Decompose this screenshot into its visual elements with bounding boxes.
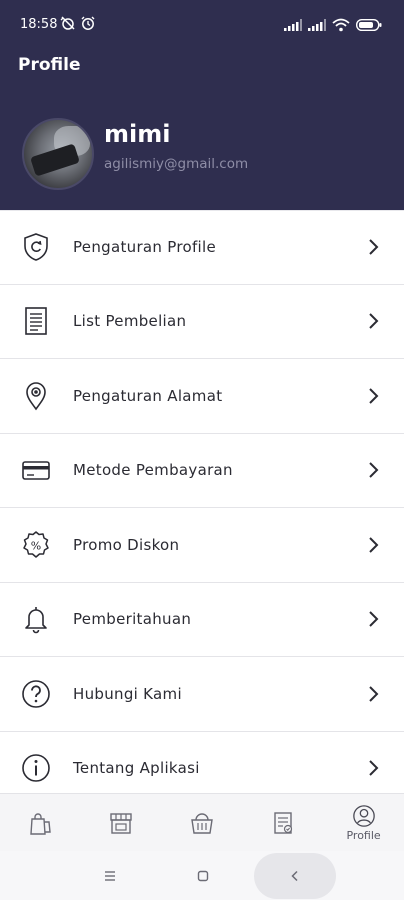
menu-item-pengaturan-alamat[interactable]: Pengaturan Alamat	[0, 359, 404, 434]
square-home-icon	[197, 870, 209, 881]
status-icons-left	[60, 15, 96, 31]
alarm-off-icon	[60, 16, 75, 30]
nav-item-profile[interactable]: Profile	[323, 794, 404, 851]
menu-item-label: Promo Diskon	[73, 535, 180, 554]
nav-item-basket[interactable]	[162, 794, 243, 851]
nav-item-shop[interactable]	[0, 794, 81, 851]
shopping-bags-icon	[30, 812, 52, 835]
chevron-right-icon	[369, 313, 379, 329]
wifi-icon	[332, 18, 350, 32]
shield-refresh-icon	[24, 233, 48, 262]
chevron-right-icon	[369, 239, 379, 255]
signal-icon	[308, 19, 326, 31]
discount-badge-icon: %	[23, 531, 49, 558]
home-button[interactable]	[183, 851, 223, 900]
menu-item-label: Pengaturan Profile	[73, 238, 217, 257]
avatar[interactable]	[22, 118, 94, 190]
menu-item-label: Tentang Aplikasi	[73, 759, 200, 778]
system-nav-bar	[0, 851, 404, 900]
chevron-right-icon	[369, 537, 379, 553]
profile-header: 18:58 Profile mimi agilismiy@gmail.com	[0, 0, 404, 210]
recent-apps-button[interactable]	[90, 851, 130, 900]
menu-item-label: Metode Pembayaran	[73, 461, 233, 480]
info-circle-icon	[22, 754, 50, 783]
bell-icon	[25, 607, 47, 634]
menu-item-promo-diskon[interactable]: % Promo Diskon	[0, 508, 404, 583]
menu-lines-icon	[105, 870, 115, 881]
page-title: Profile	[18, 55, 81, 75]
menu-item-label: List Pembelian	[73, 312, 187, 331]
alarm-clock-icon	[81, 16, 95, 30]
status-bar: 18:58	[0, 0, 404, 50]
basket-icon	[191, 812, 213, 834]
help-circle-icon	[22, 679, 50, 708]
chevron-right-icon	[369, 611, 379, 627]
back-button[interactable]	[254, 853, 336, 899]
chevron-right-icon	[369, 760, 379, 776]
order-list-icon	[274, 811, 292, 834]
menu-item-pemberitahuan[interactable]: Pemberitahuan	[0, 582, 404, 657]
menu-item-label: Hubungi Kami	[73, 684, 182, 703]
credit-card-icon	[22, 461, 50, 481]
user-email: agilismiy@gmail.com	[104, 156, 249, 172]
nav-item-store[interactable]	[81, 794, 162, 851]
menu-item-list-pembelian[interactable]: List Pembelian	[0, 284, 404, 359]
chevron-left-icon	[291, 870, 298, 882]
location-pin-icon	[26, 381, 46, 411]
nav-label-profile: Profile	[346, 828, 381, 842]
user-name: mimi	[104, 120, 171, 148]
menu-item-hubungi-kami[interactable]: Hubungi Kami	[0, 657, 404, 732]
svg-text:%: %	[31, 539, 41, 552]
status-icons-right	[284, 18, 382, 32]
battery-icon	[356, 19, 382, 31]
profile-user-icon	[352, 804, 375, 827]
receipt-list-icon	[25, 307, 47, 336]
menu-item-pengaturan-profile[interactable]: Pengaturan Profile	[0, 210, 404, 285]
profile-menu: Pengaturan Profile List Pembelian Pengat…	[0, 210, 404, 806]
store-icon	[110, 812, 132, 834]
bottom-nav: Profile	[0, 793, 404, 851]
chevron-right-icon	[369, 686, 379, 702]
signal-icon	[284, 19, 302, 31]
menu-item-label: Pemberitahuan	[73, 610, 192, 629]
status-time: 18:58	[20, 17, 58, 32]
chevron-right-icon	[369, 388, 379, 404]
menu-item-metode-pembayaran[interactable]: Metode Pembayaran	[0, 433, 404, 508]
nav-item-orders[interactable]	[242, 794, 323, 851]
menu-item-label: Pengaturan Alamat	[73, 386, 223, 405]
chevron-right-icon	[369, 462, 379, 478]
